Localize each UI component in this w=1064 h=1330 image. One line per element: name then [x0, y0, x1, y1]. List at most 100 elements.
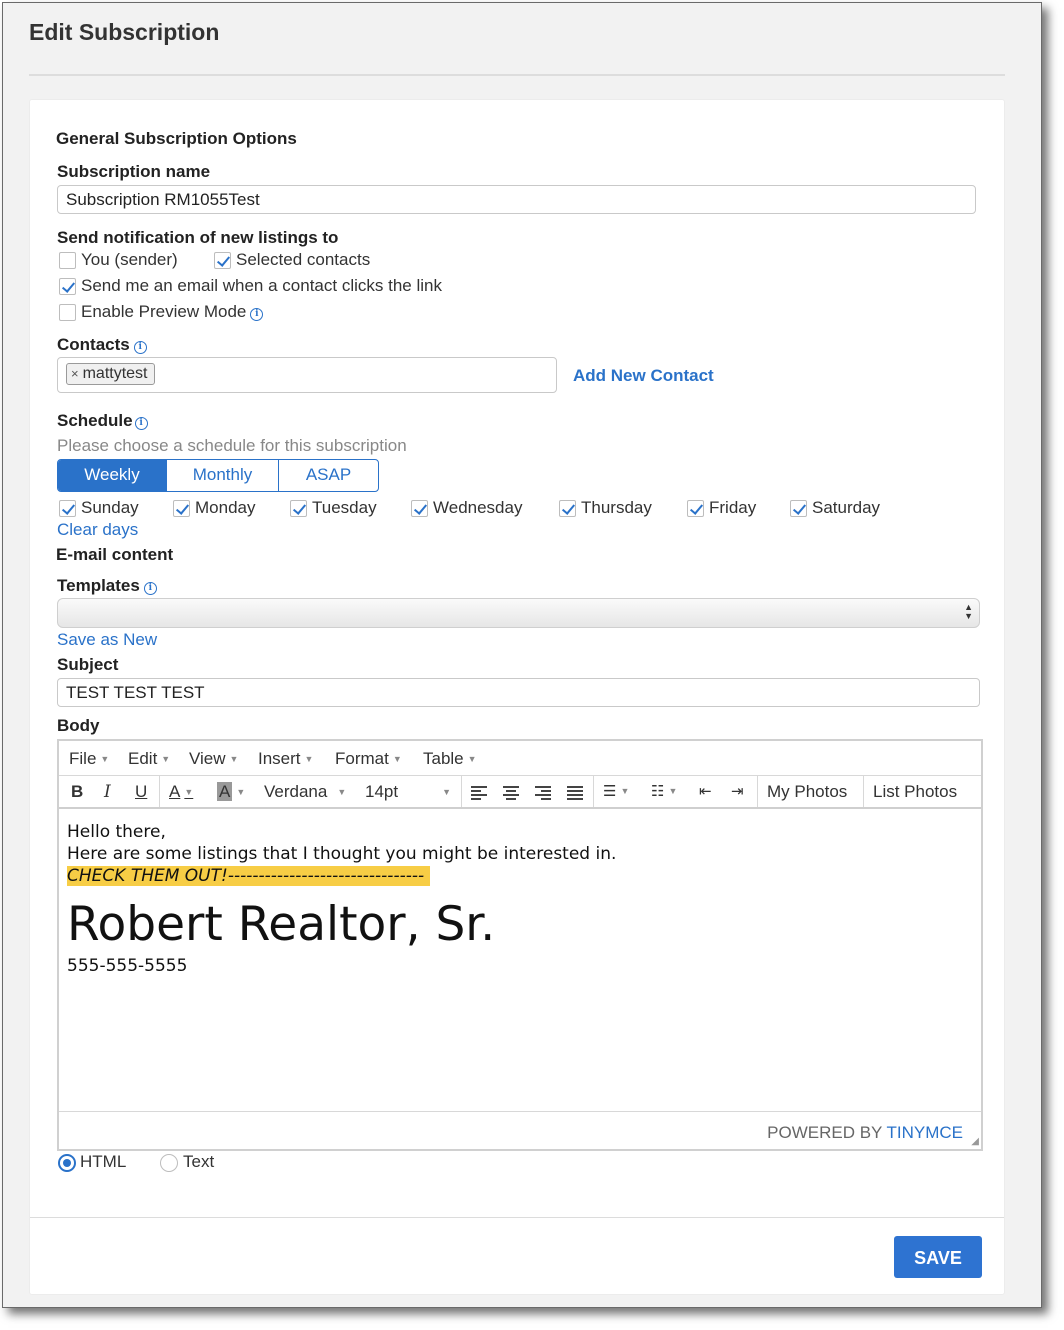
- intro-line: Here are some listings that I thought yo…: [67, 844, 617, 864]
- menu-table[interactable]: Table ▼: [423, 749, 477, 769]
- resize-handle-icon[interactable]: ◢: [971, 1136, 979, 1147]
- day-saturday-checkbox[interactable]: [790, 500, 807, 517]
- preview-mode-label: Enable Preview Mode: [81, 302, 247, 321]
- day-saturday-label: Saturday: [812, 498, 881, 517]
- chevron-down-icon: ▼: [229, 754, 239, 764]
- outdent-icon[interactable]: ⇤: [699, 782, 712, 800]
- italic-icon[interactable]: I: [104, 782, 111, 802]
- align-justify-icon[interactable]: [567, 786, 583, 802]
- schedule-tabs: Weekly Monthly ASAP: [57, 459, 379, 492]
- subscription-name-input[interactable]: [57, 185, 976, 214]
- day-tuesday-label: Tuesday: [312, 498, 377, 517]
- day-wednesday-checkbox[interactable]: [411, 500, 428, 517]
- schedule-info-icon[interactable]: i: [134, 417, 148, 430]
- contact-tag-label: mattytest: [82, 365, 148, 382]
- preview-mode-info-icon[interactable]: i: [250, 308, 264, 321]
- general-options-heading: General Subscription Options: [56, 129, 297, 148]
- chevron-down-icon: ▼: [337, 787, 347, 797]
- menu-insert[interactable]: Insert ▼: [258, 749, 313, 769]
- selected-contacts-checkbox[interactable]: [214, 252, 231, 269]
- chevron-down-icon: ▼: [304, 754, 314, 764]
- save-button[interactable]: SAVE: [894, 1236, 982, 1278]
- tab-asap[interactable]: ASAP: [279, 460, 378, 491]
- bold-icon[interactable]: B: [71, 782, 83, 802]
- day-friday-checkbox[interactable]: [687, 500, 704, 517]
- highlighted-callout: CHECK THEM OUT!-------------------------…: [67, 866, 431, 886]
- editor-content[interactable]: Hello there, Here are some listings that…: [67, 821, 967, 977]
- numbered-list-icon[interactable]: ☷ ▼: [651, 782, 677, 800]
- chevron-down-icon: ▼: [668, 786, 678, 796]
- format-html-label: HTML: [80, 1152, 127, 1171]
- schedule-hint: Please choose a schedule for this subscr…: [57, 436, 407, 455]
- menu-view[interactable]: View ▼: [189, 749, 238, 769]
- chevron-down-icon: ▼: [392, 754, 402, 764]
- templates-info-icon[interactable]: i: [143, 582, 157, 595]
- chevron-down-icon: ▼: [467, 754, 477, 764]
- day-thursday-checkbox[interactable]: [559, 500, 576, 517]
- signature-phone: 555-555-5555: [67, 956, 188, 976]
- subscription-form: General Subscription Options Subscriptio…: [29, 99, 1005, 1295]
- day-sunday-checkbox[interactable]: [59, 500, 76, 517]
- subject-label: Subject: [57, 655, 119, 674]
- footer-divider: [30, 1217, 1004, 1218]
- tab-monthly[interactable]: Monthly: [167, 460, 279, 491]
- schedule-label: Schedule: [57, 411, 133, 430]
- select-arrows-icon: ▲ ▼: [964, 602, 973, 621]
- text-color-icon[interactable]: A ▼: [169, 782, 193, 802]
- body-label: Body: [57, 716, 100, 735]
- day-tuesday-checkbox[interactable]: [290, 500, 307, 517]
- contacts-input[interactable]: × mattytest: [57, 357, 557, 393]
- tinymce-link[interactable]: TINYMCE: [887, 1123, 964, 1142]
- day-thursday-label: Thursday: [581, 498, 652, 517]
- bullet-list-icon[interactable]: ☰ ▼: [603, 782, 629, 800]
- menu-file[interactable]: File ▼: [69, 749, 109, 769]
- background-color-icon[interactable]: A ▼: [217, 782, 245, 802]
- you-sender-checkbox[interactable]: [59, 252, 76, 269]
- email-on-click-checkbox[interactable]: [59, 278, 76, 295]
- align-left-icon[interactable]: [471, 786, 487, 802]
- title-divider: [29, 74, 1005, 76]
- contacts-info-icon[interactable]: i: [133, 341, 147, 354]
- you-sender-label: You (sender): [81, 250, 178, 269]
- preview-mode-row: Enable Preview Mode i: [81, 302, 264, 322]
- tab-weekly[interactable]: Weekly: [58, 460, 167, 491]
- list-photos-button[interactable]: List Photos: [873, 782, 957, 802]
- tag-remove-icon[interactable]: ×: [71, 366, 79, 381]
- my-photos-button[interactable]: My Photos: [767, 782, 847, 802]
- align-center-icon[interactable]: [503, 786, 519, 802]
- page-title: Edit Subscription: [29, 19, 220, 45]
- selected-contacts-label: Selected contacts: [236, 250, 371, 269]
- templates-select[interactable]: ▲ ▼: [57, 598, 980, 628]
- clear-days-link[interactable]: Clear days: [57, 520, 138, 540]
- day-sunday-label: Sunday: [81, 498, 139, 517]
- rich-text-editor: File ▼ Edit ▼ View ▼ Insert ▼ Format ▼ Table ▼…: [57, 739, 983, 1151]
- add-new-contact-link[interactable]: Add New Contact: [573, 366, 714, 386]
- font-size-select[interactable]: 14pt ▼: [365, 782, 451, 802]
- menu-edit[interactable]: Edit ▼: [128, 749, 170, 769]
- save-as-new-link[interactable]: Save as New: [57, 630, 157, 650]
- chevron-down-icon: ▼: [442, 787, 452, 797]
- day-monday-label: Monday: [195, 498, 256, 517]
- align-right-icon[interactable]: [535, 786, 551, 802]
- menu-format[interactable]: Format ▼: [335, 749, 402, 769]
- day-monday-checkbox[interactable]: [173, 500, 190, 517]
- chevron-down-icon: ▼: [161, 754, 171, 764]
- powered-by: POWERED BY TINYMCE: [767, 1123, 964, 1142]
- chevron-down-icon: ▼: [184, 787, 194, 797]
- editor-menubar: File ▼ Edit ▼ View ▼ Insert ▼ Format ▼ Table ▼: [59, 741, 981, 776]
- templates-label: Templates: [57, 576, 140, 595]
- contacts-label: Contacts: [57, 335, 130, 354]
- day-wednesday-label: Wednesday: [433, 498, 523, 517]
- subject-input[interactable]: [57, 678, 980, 707]
- preview-mode-checkbox[interactable]: [59, 304, 76, 321]
- chevron-down-icon: ▼: [236, 787, 246, 797]
- format-text-radio[interactable]: [160, 1154, 178, 1172]
- format-html-radio[interactable]: [58, 1154, 76, 1172]
- indent-icon[interactable]: ⇥: [731, 782, 744, 800]
- font-family-select[interactable]: Verdana ▼: [264, 782, 346, 802]
- signature-name: Robert Realtor, Sr.: [67, 897, 496, 952]
- chevron-down-icon: ▼: [620, 786, 630, 796]
- underline-icon[interactable]: U: [135, 782, 147, 802]
- contact-tag: × mattytest: [66, 363, 155, 385]
- email-content-heading: E-mail content: [56, 545, 174, 564]
